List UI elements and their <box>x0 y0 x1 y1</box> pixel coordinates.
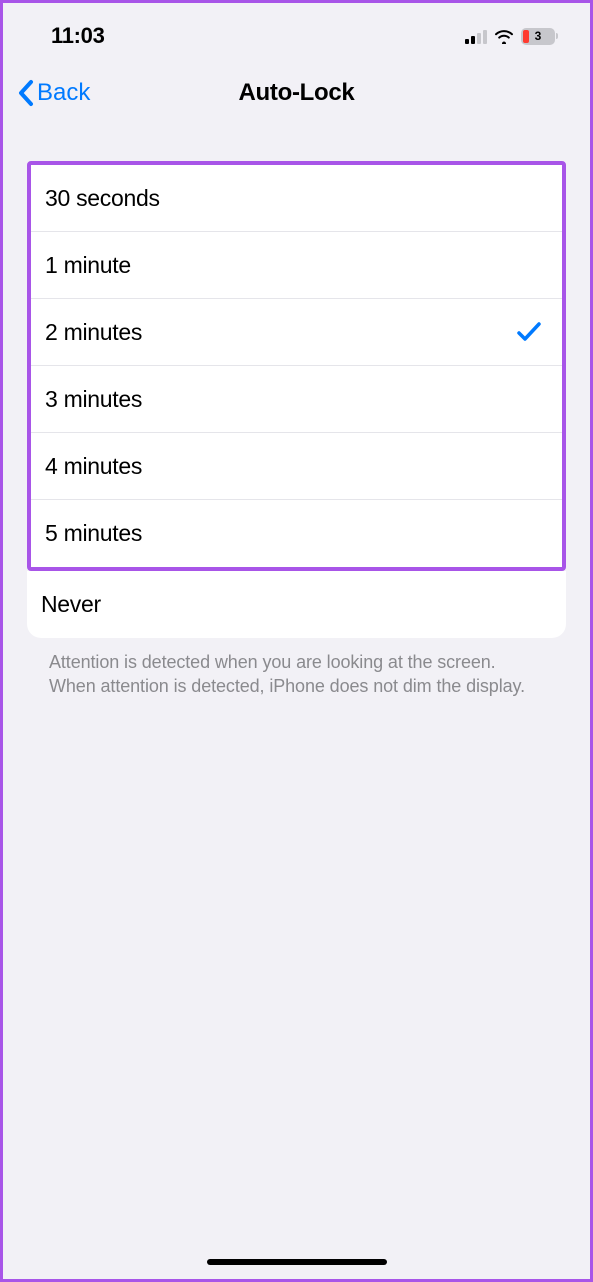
back-label: Back <box>37 79 90 107</box>
option-never[interactable]: Never <box>27 571 566 638</box>
options-list: 30 seconds 1 minute 2 minutes 3 minutes … <box>27 161 566 699</box>
option-label: 5 minutes <box>45 520 142 547</box>
footer-description: Attention is detected when you are looki… <box>27 638 566 699</box>
home-indicator[interactable] <box>207 1259 387 1265</box>
page-title: Auto-Lock <box>17 79 576 107</box>
cellular-signal-icon <box>465 29 487 44</box>
option-4-minutes[interactable]: 4 minutes <box>31 433 562 500</box>
status-right-cluster: 3 <box>465 28 558 45</box>
option-label: 3 minutes <box>45 386 142 413</box>
battery-percentage: 3 <box>535 29 542 43</box>
chevron-left-icon <box>17 79 35 107</box>
never-option-group: Never <box>27 571 566 638</box>
option-5-minutes[interactable]: 5 minutes <box>31 500 562 567</box>
option-2-minutes[interactable]: 2 minutes <box>31 299 562 366</box>
battery-icon: 3 <box>521 28 558 45</box>
status-bar: 11:03 3 <box>3 3 590 61</box>
wifi-icon <box>493 28 515 44</box>
checkmark-icon <box>516 321 542 343</box>
nav-bar: Back Auto-Lock <box>3 61 590 127</box>
option-label: Never <box>41 591 101 618</box>
option-label: 2 minutes <box>45 319 142 346</box>
back-button[interactable]: Back <box>17 79 90 107</box>
option-label: 1 minute <box>45 252 131 279</box>
highlighted-options-group: 30 seconds 1 minute 2 minutes 3 minutes … <box>27 161 566 571</box>
status-time: 11:03 <box>51 23 105 49</box>
option-1-minute[interactable]: 1 minute <box>31 232 562 299</box>
option-label: 4 minutes <box>45 453 142 480</box>
option-3-minutes[interactable]: 3 minutes <box>31 366 562 433</box>
option-label: 30 seconds <box>45 185 160 212</box>
option-30-seconds[interactable]: 30 seconds <box>31 165 562 232</box>
